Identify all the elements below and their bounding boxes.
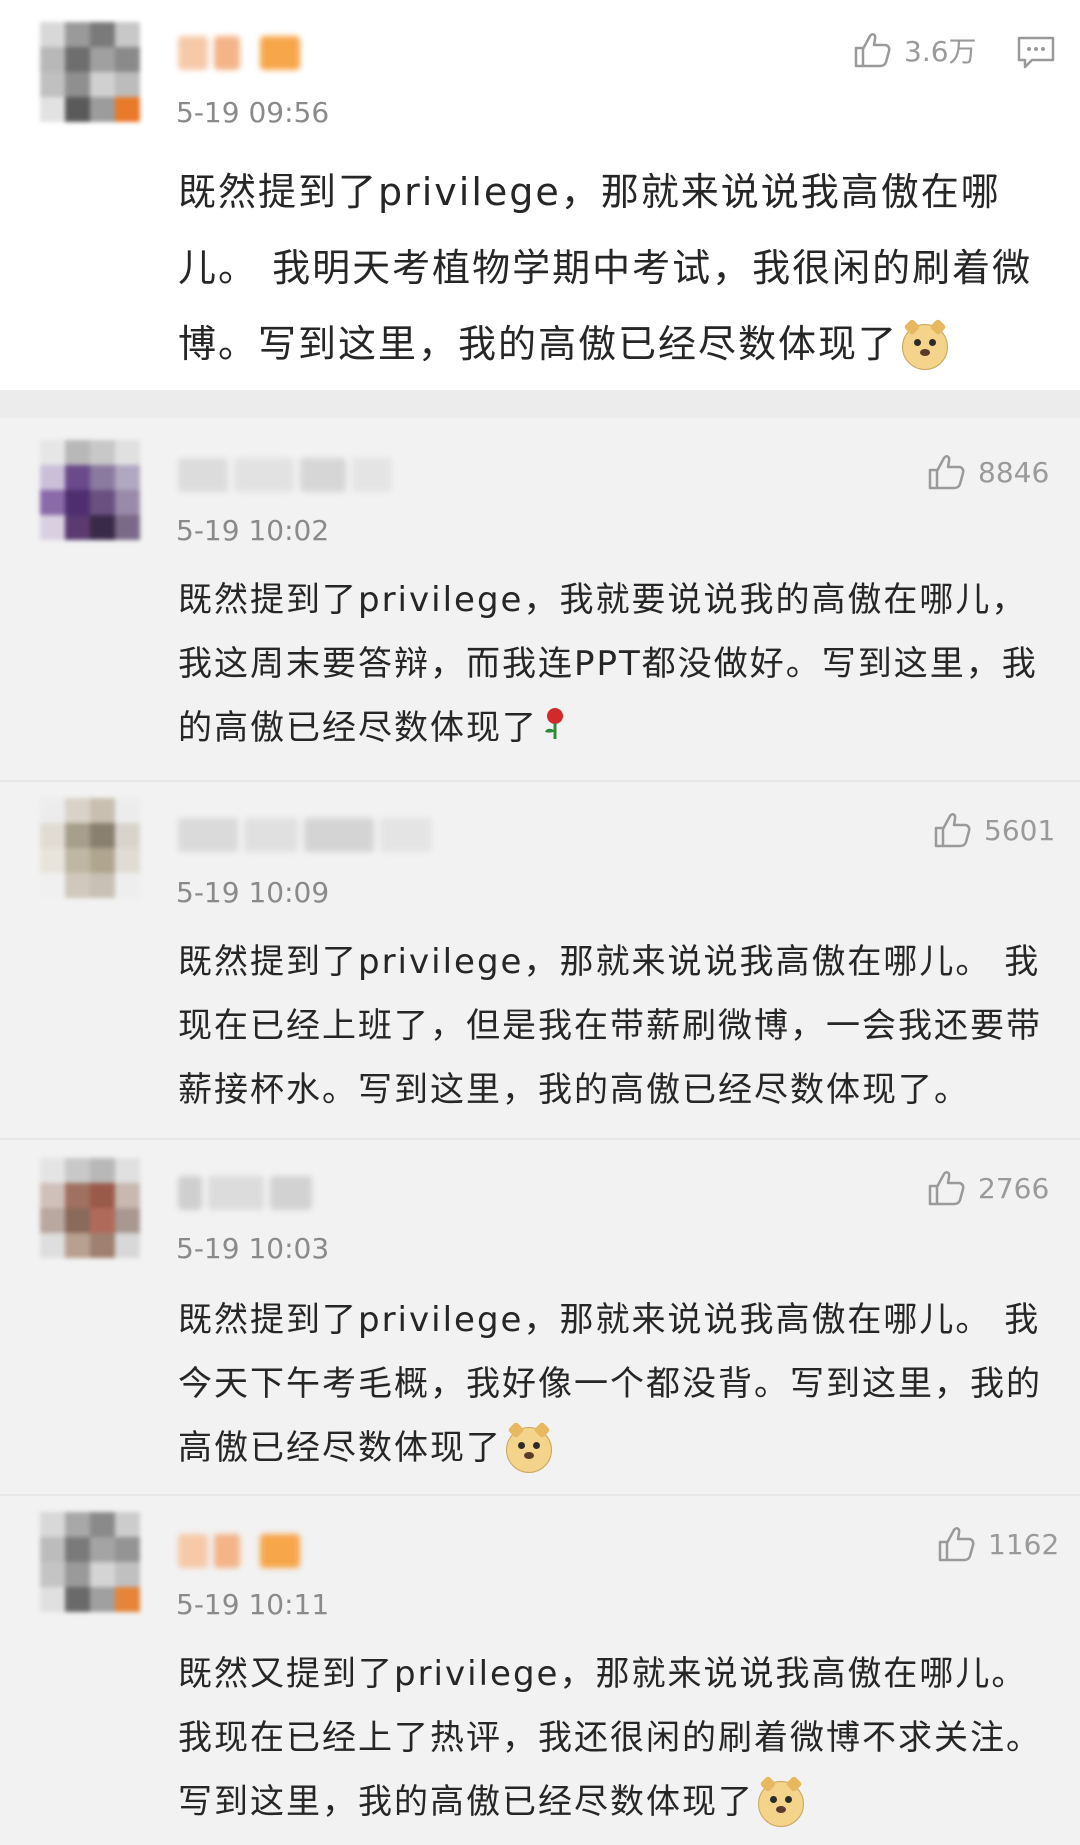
thumbs-up-icon — [938, 1527, 975, 1562]
comment-item: 5-19 10:09 5601 既然提到了privilege，那就来说说我高傲在… — [0, 782, 1080, 1138]
reply-icon[interactable] — [1016, 32, 1056, 72]
like-button[interactable]: 8846 — [924, 450, 1049, 494]
avatar[interactable] — [40, 440, 140, 540]
avatar[interactable] — [40, 22, 140, 122]
thumbs-up-icon — [934, 813, 971, 848]
like-button[interactable]: 3.6万 — [850, 28, 977, 72]
avatar[interactable] — [40, 1158, 140, 1258]
doge-emoji-icon — [506, 1421, 552, 1473]
username[interactable] — [178, 1176, 318, 1210]
like-button[interactable]: 1162 — [934, 1522, 1059, 1566]
username[interactable] — [178, 1534, 318, 1568]
thumbs-up-icon — [928, 455, 965, 490]
section-gap — [0, 390, 1080, 418]
comment-feed: 5-19 09:56 3.6万 既然提到了privilege，那就来说说我高傲在… — [0, 0, 1080, 1845]
comment-timestamp: 5-19 10:11 — [176, 1588, 330, 1621]
comment-text: 既然提到了privilege，那就来说说我高傲在哪儿。 我明天考植物学期中考试，… — [178, 154, 1058, 382]
comment-text-content: 既然提到了privilege，那就来说说我高傲在哪儿。 我现在已经上班了，但是我… — [178, 942, 1042, 1110]
comment-item: 5-19 10:02 8846 既然提到了privilege，我就要说说我的高傲… — [0, 418, 1080, 780]
comment-timestamp: 5-19 10:02 — [176, 514, 330, 547]
avatar[interactable] — [40, 798, 140, 898]
like-count: 8846 — [978, 455, 1050, 489]
like-button[interactable]: 2766 — [924, 1166, 1049, 1210]
comment-text: 既然提到了privilege，那就来说说我高傲在哪儿。 我现在已经上班了，但是我… — [178, 930, 1058, 1122]
username[interactable] — [178, 36, 318, 70]
comment-text: 既然提到了privilege，我就要说说我的高傲在哪儿，我这周末要答辩，而我连P… — [178, 568, 1058, 762]
username[interactable] — [178, 458, 398, 492]
thumbs-up-icon — [854, 33, 891, 68]
comment-timestamp: 5-19 10:03 — [176, 1232, 330, 1265]
comment-item: 5-19 09:56 3.6万 既然提到了privilege，那就来说说我高傲在… — [0, 0, 1080, 390]
comment-timestamp: 5-19 09:56 — [176, 96, 330, 129]
avatar[interactable] — [40, 1512, 140, 1612]
comment-text-content: 既然提到了privilege，那就来说说我高傲在哪儿。 我今天下午考毛概，我好像… — [178, 1300, 1042, 1468]
comment-item: 5-19 10:11 1162 既然又提到了privilege，那就来说说我高傲… — [0, 1496, 1080, 1845]
like-button[interactable]: 5601 — [930, 808, 1055, 852]
like-count: 2766 — [978, 1171, 1050, 1205]
doge-emoji-icon — [758, 1775, 804, 1827]
comment-text-content: 既然提到了privilege，我就要说说我的高傲在哪儿，我这周末要答辩，而我连P… — [178, 580, 1038, 748]
comment-text-content: 既然又提到了privilege，那就来说说我高傲在哪儿。 我现在已经上了热评，我… — [178, 1654, 1042, 1822]
comment-item: 5-19 10:03 2766 既然提到了privilege，那就来说说我高傲在… — [0, 1140, 1080, 1494]
rose-emoji-icon — [542, 698, 568, 762]
thumbs-up-icon — [928, 1171, 965, 1206]
like-count: 5601 — [984, 813, 1056, 847]
username[interactable] — [178, 818, 438, 852]
comment-text: 既然又提到了privilege，那就来说说我高傲在哪儿。 我现在已经上了热评，我… — [178, 1642, 1058, 1834]
comment-timestamp: 5-19 10:09 — [176, 876, 330, 909]
comment-text: 既然提到了privilege，那就来说说我高傲在哪儿。 我今天下午考毛概，我好像… — [178, 1288, 1058, 1480]
like-count: 3.6万 — [904, 35, 977, 68]
doge-emoji-icon — [902, 318, 949, 370]
like-count: 1162 — [988, 1527, 1060, 1561]
